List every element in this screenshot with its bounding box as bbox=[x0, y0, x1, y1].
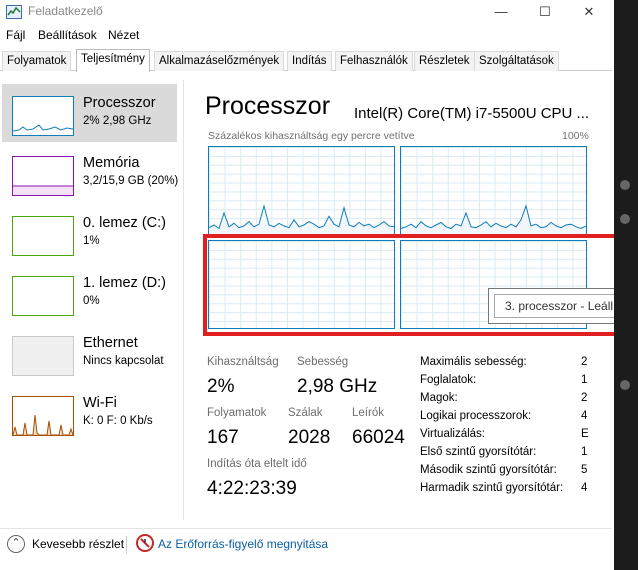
sidebar-cpu-value: 2% 2,98 GHz bbox=[83, 115, 152, 127]
detail-label: Második szintű gyorsítótár: bbox=[420, 464, 557, 476]
page-title: Processzor bbox=[205, 92, 331, 120]
sidebar-disk0-label: 0. lemez (C:) bbox=[83, 215, 166, 231]
detail-value: E bbox=[581, 428, 589, 440]
detail-label: Foglalatok: bbox=[420, 374, 477, 386]
window-title: Feladatkezelő bbox=[28, 4, 103, 18]
memory-thumbnail-graph bbox=[12, 156, 74, 196]
menu-view[interactable]: Nézet bbox=[108, 28, 139, 42]
processes-label: Folyamatok bbox=[207, 407, 267, 419]
tab-performance[interactable]: Teljesítmény bbox=[76, 49, 150, 72]
sidebar-item-memory[interactable]: Memória 3,2/15,9 GB (20%) bbox=[2, 144, 179, 202]
footer-divider bbox=[126, 536, 127, 554]
chevron-up-icon[interactable]: ⌃ bbox=[7, 535, 25, 553]
detail-value: 5 bbox=[581, 464, 588, 476]
speed-value: 2,98 GHz bbox=[297, 376, 378, 397]
disk0-thumbnail-graph bbox=[12, 216, 74, 256]
detail-value: 2 bbox=[581, 392, 588, 404]
sidebar-item-disk-0[interactable]: 0. lemez (C:) 1% bbox=[2, 204, 177, 262]
detail-value: 4 bbox=[581, 410, 588, 422]
sidebar-item-ethernet[interactable]: Ethernet Nincs kapcsolat bbox=[2, 324, 177, 382]
resource-monitor-icon bbox=[136, 534, 154, 552]
wifi-thumbnail-graph bbox=[12, 396, 74, 436]
sidebar-disk1-label: 1. lemez (D:) bbox=[83, 275, 166, 291]
sidebar-disk1-value: 0% bbox=[83, 295, 100, 307]
detail-label: Logikai processzorok: bbox=[420, 410, 532, 422]
ethernet-thumbnail-graph bbox=[12, 336, 74, 376]
menu-bar: Fájl Beállítások Nézet bbox=[0, 28, 612, 46]
detail-value: 4 bbox=[581, 482, 588, 494]
menu-settings[interactable]: Beállítások bbox=[38, 28, 97, 42]
desktop-background-strip bbox=[614, 0, 638, 570]
detail-label: Magok: bbox=[420, 392, 458, 404]
detail-label: Első szintű gyorsítótár: bbox=[420, 446, 537, 458]
sidebar-memory-value: 3,2/15,9 GB (20%) bbox=[83, 175, 179, 187]
cpu-graph-1[interactable] bbox=[400, 146, 587, 235]
desktop-decoration bbox=[620, 180, 630, 190]
tab-details[interactable]: Részletek bbox=[414, 51, 475, 71]
open-resource-monitor-link[interactable]: Az Erőforrás-figyelő megnyitása bbox=[158, 537, 328, 551]
detail-label: Maximális sebesség: bbox=[420, 356, 527, 368]
processes-value: 167 bbox=[207, 427, 239, 448]
close-button[interactable]: ✕ bbox=[566, 0, 612, 24]
cpu-utilization-area bbox=[209, 205, 394, 234]
utilization-caption: Százalékos kihasználtság egy percre vetí… bbox=[208, 130, 415, 142]
handles-label: Leírók bbox=[352, 407, 384, 419]
utilization-label: Kihasználtság bbox=[207, 356, 279, 368]
minimize-button[interactable]: — bbox=[478, 0, 524, 24]
desktop-decoration bbox=[620, 380, 630, 390]
footer-bar: ⌃ Kevesebb részlet Az Erőforrás-figyelő … bbox=[0, 528, 612, 560]
uptime-value: 4:22:23:39 bbox=[207, 478, 297, 499]
utilization-max-label: 100% bbox=[562, 130, 589, 142]
detail-label: Harmadik szintű gyorsítótár: bbox=[420, 482, 564, 494]
tab-bar: Folyamatok Teljesítmény Alkalmazáselőzmé… bbox=[0, 49, 612, 72]
sidebar-cpu-label: Processzor bbox=[83, 95, 156, 111]
maximize-button[interactable]: ☐ bbox=[522, 0, 568, 24]
sidebar-memory-label: Memória bbox=[83, 155, 140, 171]
detail-value: 1 bbox=[581, 446, 588, 458]
tab-processes[interactable]: Folyamatok bbox=[2, 51, 72, 71]
cpu-utilization-line bbox=[209, 203, 394, 230]
title-bar: Feladatkezelő — ☐ ✕ bbox=[0, 0, 612, 24]
detail-label: Virtualizálás: bbox=[420, 428, 485, 440]
cpu-thumbnail-graph bbox=[12, 96, 74, 136]
detail-value: 1 bbox=[581, 374, 588, 386]
cpu-graph-0[interactable] bbox=[208, 146, 395, 235]
resource-sidebar: Processzor 2% 2,98 GHz Memória 3,2/15,9 … bbox=[0, 80, 184, 520]
sidebar-ethernet-value: Nincs kapcsolat bbox=[83, 355, 164, 367]
tab-app-history[interactable]: Alkalmazáselőzmények bbox=[154, 51, 285, 71]
sidebar-item-cpu[interactable]: Processzor 2% 2,98 GHz bbox=[2, 84, 177, 142]
tab-users[interactable]: Felhasználók bbox=[335, 51, 413, 71]
handles-value: 66024 bbox=[352, 427, 405, 448]
cpu-utilization-area bbox=[401, 205, 586, 234]
sidebar-ethernet-label: Ethernet bbox=[83, 335, 138, 351]
cpu-utilization-line bbox=[401, 204, 586, 230]
task-manager-icon bbox=[6, 5, 22, 19]
cpu-model-name: Intel(R) Core(TM) i7-5500U CPU ... bbox=[354, 105, 590, 122]
menu-file[interactable]: Fájl bbox=[6, 28, 25, 42]
threads-label: Szálak bbox=[288, 407, 323, 419]
uptime-label: Indítás óta eltelt idő bbox=[207, 458, 307, 470]
sidebar-item-wifi[interactable]: Wi-Fi K: 0 F: 0 Kb/s bbox=[2, 384, 177, 442]
threads-value: 2028 bbox=[288, 427, 331, 448]
disk1-thumbnail-graph bbox=[12, 276, 74, 316]
tab-startup[interactable]: Indítás bbox=[287, 51, 332, 71]
utilization-value: 2% bbox=[207, 376, 235, 397]
detail-value: 2 bbox=[581, 356, 588, 368]
sidebar-disk0-value: 1% bbox=[83, 235, 100, 247]
tab-services[interactable]: Szolgáltatások bbox=[474, 51, 559, 71]
speed-label: Sebesség bbox=[297, 356, 349, 368]
fewer-details-link[interactable]: Kevesebb részlet bbox=[32, 537, 124, 551]
sidebar-wifi-value: K: 0 F: 0 Kb/s bbox=[83, 415, 153, 427]
sidebar-item-disk-1[interactable]: 1. lemez (D:) 0% bbox=[2, 264, 177, 322]
sidebar-wifi-label: Wi-Fi bbox=[83, 395, 117, 411]
desktop-decoration bbox=[620, 214, 630, 224]
